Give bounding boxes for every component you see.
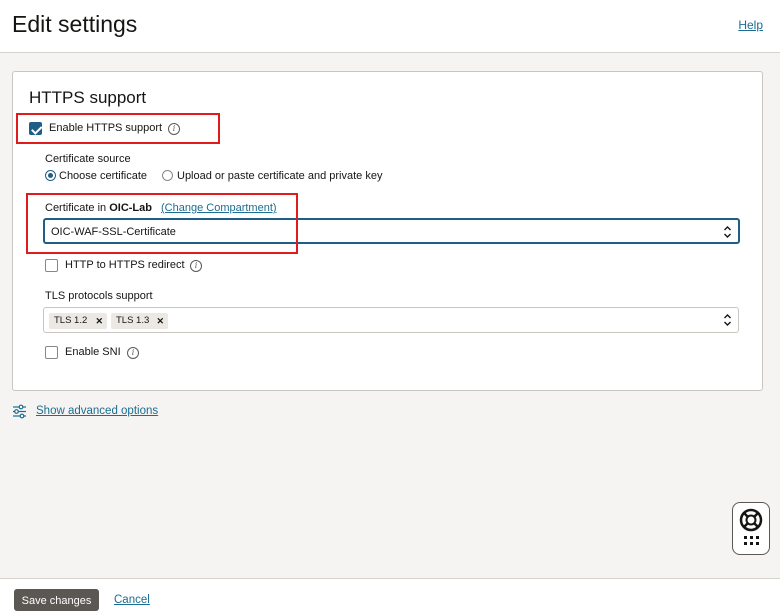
lifebuoy-icon <box>739 508 763 545</box>
page-header: Edit settings Help <box>0 0 780 53</box>
info-icon[interactable]: i <box>168 123 180 135</box>
enable-sni-label: Enable SNI <box>65 346 121 358</box>
info-icon[interactable]: i <box>127 347 139 359</box>
tls-chip-label: TLS 1.3 <box>116 315 150 326</box>
change-compartment-link[interactable]: (Change Compartment) <box>161 202 277 214</box>
radio-choose-certificate[interactable] <box>45 170 56 181</box>
cancel-link[interactable]: Cancel <box>114 594 150 606</box>
tls-protocols-label: TLS protocols support <box>45 290 153 302</box>
save-changes-button[interactable]: Save changes <box>14 589 99 611</box>
page-title: Edit settings <box>12 11 138 37</box>
compartment-name: OIC-Lab <box>109 202 152 214</box>
up-down-arrows-icon <box>724 226 731 238</box>
radio-choose-certificate-label: Choose certificate <box>59 170 148 182</box>
help-widget-button[interactable] <box>732 502 770 555</box>
certificate-select[interactable]: OIC-WAF-SSL-Certificate <box>43 218 740 244</box>
tls-protocols-select[interactable]: TLS 1.2 ✕ TLS 1.3 ✕ <box>43 307 739 333</box>
radio-upload-certificate-label: Upload or paste certificate and private … <box>177 170 383 182</box>
remove-chip-icon[interactable]: ✕ <box>95 313 103 329</box>
tls-chip: TLS 1.3 ✕ <box>111 313 168 329</box>
up-down-arrows-icon <box>724 314 731 326</box>
show-advanced-options-link[interactable]: Show advanced options <box>36 405 158 417</box>
info-icon[interactable]: i <box>190 260 202 272</box>
certificate-source-label: Certificate source <box>45 153 131 165</box>
section-title: HTTPS support <box>29 88 147 107</box>
certificate-label-prefix: Certificate in <box>45 202 107 214</box>
remove-chip-icon[interactable]: ✕ <box>156 313 164 329</box>
http-redirect-label: HTTP to HTTPS redirect <box>65 259 185 271</box>
tls-chip: TLS 1.2 ✕ <box>49 313 107 329</box>
enable-sni-checkbox[interactable] <box>45 346 58 359</box>
https-support-card: HTTPS support Enable HTTPS support i Cer… <box>12 71 763 391</box>
help-link[interactable]: Help <box>738 18 763 32</box>
enable-https-label: Enable HTTPS support <box>49 122 163 134</box>
radio-upload-certificate[interactable] <box>162 170 173 181</box>
sliders-icon[interactable] <box>12 404 27 419</box>
tls-chip-label: TLS 1.2 <box>54 315 88 326</box>
page-footer: Save changes Cancel <box>0 578 780 616</box>
certificate-field-label: Certificate in OIC-Lab <box>45 202 152 214</box>
http-redirect-checkbox[interactable] <box>45 259 58 272</box>
certificate-select-value: OIC-WAF-SSL-Certificate <box>51 226 176 238</box>
enable-https-checkbox[interactable] <box>29 122 42 135</box>
